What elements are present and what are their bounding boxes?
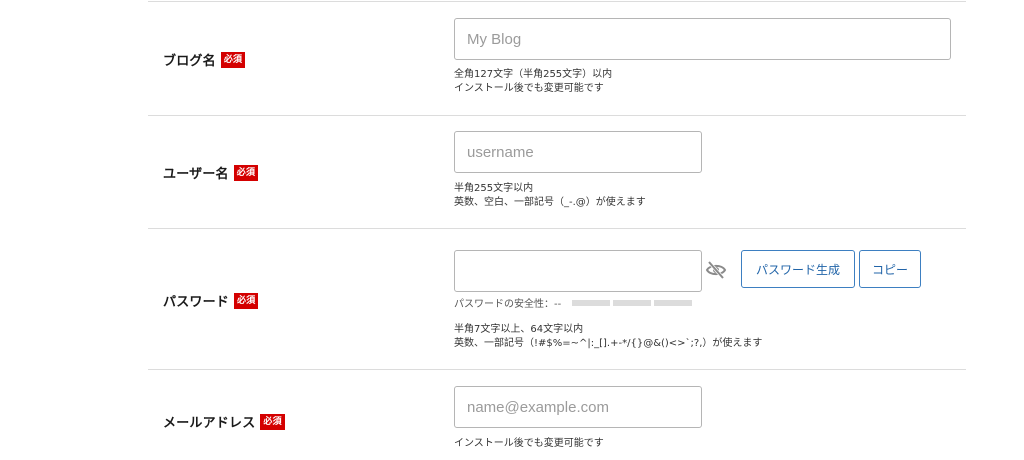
- blog-name-placeholder: My Blog: [467, 30, 522, 48]
- blog-name-label: ブログ名 必須: [163, 50, 246, 69]
- required-badge: 必須: [233, 164, 259, 181]
- strength-label: パスワードの安全性：--: [454, 299, 562, 310]
- required-badge: 必須: [260, 413, 285, 430]
- install-form: ブログ名 必須 My Blog 全角127文字（半角255文字）以内 インストー…: [0, 0, 1024, 460]
- username-label-text: ユーザー名: [163, 167, 229, 182]
- divider: [148, 115, 966, 116]
- email-placeholder: name@example.com: [467, 398, 609, 416]
- help-line: インストール後でも変更可能です: [454, 83, 604, 94]
- email-help: インストール後でも変更可能です: [454, 437, 604, 451]
- password-label: パスワード 必須: [163, 291, 259, 310]
- eye-slash-icon[interactable]: [705, 260, 727, 280]
- password-input[interactable]: [454, 250, 702, 292]
- generate-password-label: パスワード生成: [755, 262, 840, 277]
- username-placeholder: username: [467, 143, 534, 161]
- strength-bar: [572, 299, 611, 306]
- help-line: インストール後でも変更可能です: [454, 438, 604, 449]
- copy-button[interactable]: コピー: [859, 250, 921, 288]
- required-badge: 必須: [220, 51, 246, 68]
- generate-password-button[interactable]: パスワード生成: [741, 250, 855, 288]
- divider: [148, 228, 966, 229]
- help-line: 英数、空白、一部記号（_-.@）が使えます: [454, 197, 646, 208]
- password-label-text: パスワード: [163, 295, 230, 310]
- divider: [148, 369, 966, 370]
- email-label: メールアドレス 必須: [163, 412, 285, 431]
- copy-label: コピー: [871, 262, 908, 277]
- email-input[interactable]: name@example.com: [454, 386, 702, 428]
- username-label: ユーザー名 必須: [163, 163, 259, 182]
- username-help: 半角255文字以内 英数、空白、一部記号（_-.@）が使えます: [454, 182, 646, 210]
- strength-bar: [613, 299, 652, 306]
- help-line: 全角127文字（半角255文字）以内: [454, 69, 613, 80]
- strength-bar: [654, 299, 693, 306]
- blog-name-input[interactable]: My Blog: [454, 18, 951, 60]
- blog-name-help: 全角127文字（半角255文字）以内 インストール後でも変更可能です: [454, 68, 612, 96]
- divider: [148, 1, 966, 2]
- required-badge: 必須: [234, 292, 259, 309]
- password-help: 半角7文字以上、64文字以内 英数、一部記号（!#$%=~^|:_[].+-*/…: [454, 323, 762, 351]
- help-line: 半角255文字以内: [454, 183, 534, 194]
- help-line: 英数、一部記号（!#$%=~^|:_[].+-*/{}@&()<>`;?,）が使…: [454, 338, 763, 349]
- username-input[interactable]: username: [454, 131, 702, 173]
- email-label-text: メールアドレス: [163, 416, 256, 431]
- strength-meter: [569, 299, 693, 306]
- password-strength: パスワードの安全性：--: [454, 295, 693, 310]
- help-line: 半角7文字以上、64文字以内: [454, 324, 584, 335]
- blog-name-label-text: ブログ名: [163, 54, 216, 69]
